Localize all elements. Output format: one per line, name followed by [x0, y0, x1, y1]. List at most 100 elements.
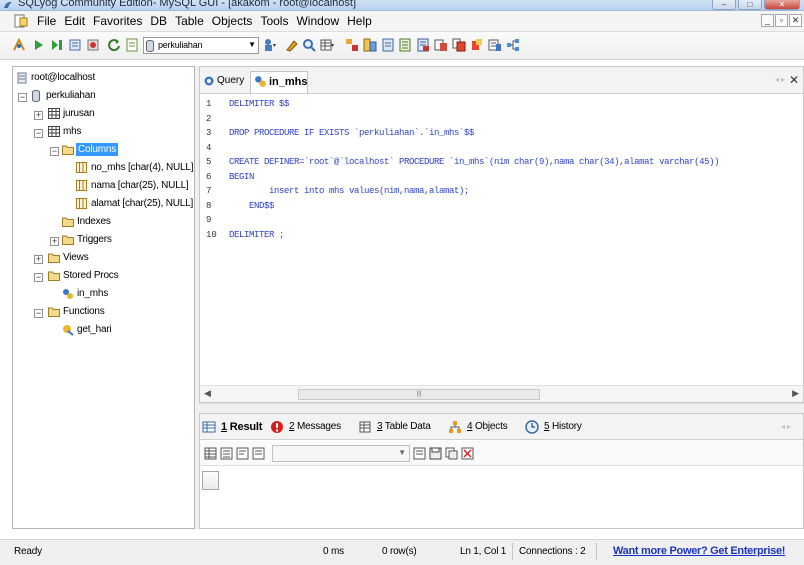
tab-result[interactable]: 1 Result — [202, 419, 264, 437]
tab-result-label: Result — [229, 421, 263, 433]
execute-icon[interactable] — [32, 38, 46, 52]
tab-objects[interactable]: 4 Objects — [448, 419, 516, 437]
collapse-icon[interactable]: − — [34, 309, 43, 318]
results-tab-scroll-arrows[interactable]: ◂▸ — [781, 422, 793, 431]
error-icon — [271, 421, 283, 433]
execute-all-icon[interactable] — [50, 38, 64, 52]
result-filter-select[interactable]: ▼ — [272, 445, 410, 462]
query-icon — [204, 76, 214, 86]
grid-view-icon[interactable] — [204, 447, 217, 460]
line-number: 2 — [206, 114, 212, 124]
menu-items: File Edit Favorites DB Table Objects Too… — [33, 14, 376, 29]
close-button[interactable]: ✕ — [764, 0, 800, 10]
tab-history[interactable]: 5 History — [525, 419, 589, 437]
copy-result-icon[interactable] — [445, 447, 458, 460]
procedure-icon — [63, 289, 73, 299]
search-icon[interactable] — [302, 38, 316, 52]
grid-corner-cell[interactable] — [202, 471, 219, 490]
close-tab-icon[interactable]: ✕ — [789, 73, 799, 87]
import-icon[interactable] — [363, 38, 377, 52]
code-line: DELIMITER ; — [229, 230, 285, 240]
menu-favorites[interactable]: Favorites — [89, 14, 146, 29]
minimize-button[interactable]: – — [712, 0, 736, 10]
export-icon[interactable] — [381, 38, 395, 52]
expand-icon[interactable]: + — [34, 255, 43, 264]
sync-icon[interactable] — [434, 38, 448, 52]
result-grid[interactable] — [200, 467, 803, 528]
menu-window[interactable]: Window — [292, 14, 343, 29]
menu-db[interactable]: DB — [146, 14, 171, 29]
scroll-right-icon[interactable]: ▶ — [792, 388, 799, 399]
expand-icon[interactable] — [125, 38, 139, 52]
collapse-icon[interactable]: − — [34, 129, 43, 138]
save-icon[interactable] — [429, 447, 442, 460]
expand-icon[interactable]: + — [50, 237, 59, 246]
code-line: BEGIN — [229, 172, 255, 182]
collapse-icon[interactable]: − — [50, 147, 59, 156]
refresh-result-icon[interactable] — [413, 447, 426, 460]
tab-table-data-number: 3 — [377, 421, 383, 432]
code-line: insert into mhs values(nim,nama,alamat); — [229, 186, 470, 196]
query-builder-icon[interactable] — [470, 38, 484, 52]
tab-query[interactable]: Query — [202, 71, 248, 93]
maximize-button[interactable]: □ — [738, 0, 762, 10]
execute-edit-icon[interactable] — [68, 38, 82, 52]
tab-history-number: 5 — [544, 421, 550, 432]
folder-icon — [48, 253, 60, 263]
collapse-icon[interactable]: − — [34, 273, 43, 282]
backup-icon[interactable] — [398, 38, 412, 52]
schema-icon[interactable] — [345, 38, 359, 52]
folder-icon — [48, 307, 60, 317]
tab-query-label: Query — [217, 75, 245, 86]
editor-tab-strip: Query in_mhs ◂▸ ✕ — [200, 67, 803, 94]
copy-db-icon[interactable] — [452, 38, 466, 52]
sql-code-editor[interactable]: DELIMITER $$ DROP PROCEDURE IF EXISTS `p… — [229, 95, 801, 385]
menu-file[interactable]: File — [33, 14, 60, 29]
menu-table[interactable]: Table — [171, 14, 208, 29]
table-data-icon[interactable] — [320, 38, 334, 52]
line-number: 1 — [206, 99, 212, 109]
scrollbar-thumb[interactable]: ||| — [298, 389, 540, 400]
mdi-close-button[interactable]: ✕ — [789, 14, 802, 27]
enterprise-promo-link[interactable]: Want more Power? Get Enterprise! — [613, 545, 785, 557]
menu-help[interactable]: Help — [343, 14, 376, 29]
tab-table-data[interactable]: 3 Table Data — [358, 419, 438, 437]
schema-designer-icon[interactable] — [488, 38, 502, 52]
database-select[interactable]: perkuliahan ▼ — [143, 37, 259, 54]
stop-icon[interactable] — [86, 38, 100, 52]
results-toolbar: ▼ — [200, 441, 803, 466]
format-icon[interactable] — [285, 38, 299, 52]
menu-objects[interactable]: Objects — [208, 14, 257, 29]
export-result-icon[interactable] — [252, 447, 265, 460]
horizontal-splitter[interactable] — [199, 403, 804, 413]
tab-in-mhs-label: in_mhs — [269, 76, 308, 88]
line-number: 5 — [206, 157, 212, 167]
connect-icon[interactable] — [12, 38, 26, 52]
mdi-minimize-button[interactable]: _ — [761, 14, 774, 27]
tab-messages[interactable]: 2 Messages — [270, 419, 346, 437]
sitemap-icon[interactable] — [506, 38, 520, 52]
tab-in-mhs[interactable]: in_mhs — [250, 71, 308, 93]
form-view-icon[interactable] — [220, 447, 233, 460]
menu-bar: File Edit Favorites DB Table Objects Too… — [0, 11, 804, 32]
restore-icon[interactable] — [416, 38, 430, 52]
status-exec-time: 0 ms — [323, 546, 344, 557]
db-user-icon[interactable] — [263, 38, 277, 52]
expand-icon[interactable]: + — [34, 111, 43, 120]
scroll-left-icon[interactable]: ◀ — [204, 388, 211, 399]
indexes-folder-label: Indexes — [77, 216, 111, 227]
horizontal-scrollbar[interactable]: ◀ ||| ▶ — [200, 385, 803, 402]
columns-folder-label: Columns — [76, 143, 119, 156]
menu-edit[interactable]: Edit — [60, 14, 89, 29]
tab-scroll-arrows[interactable]: ◂▸ — [775, 75, 787, 84]
triggers-folder-label: Triggers — [77, 234, 112, 245]
mdi-restore-button[interactable]: ▫ — [775, 14, 788, 27]
title-bar: SQLyog Community Edition- MySQL GUI - [a… — [0, 0, 804, 11]
collapse-icon[interactable]: − — [18, 93, 27, 102]
text-view-icon[interactable] — [236, 447, 249, 460]
status-separator — [596, 543, 597, 560]
refresh-icon[interactable] — [107, 38, 121, 52]
menu-tools[interactable]: Tools — [256, 14, 292, 29]
delete-row-icon[interactable] — [461, 447, 474, 460]
chevron-down-icon: ▼ — [398, 448, 406, 457]
